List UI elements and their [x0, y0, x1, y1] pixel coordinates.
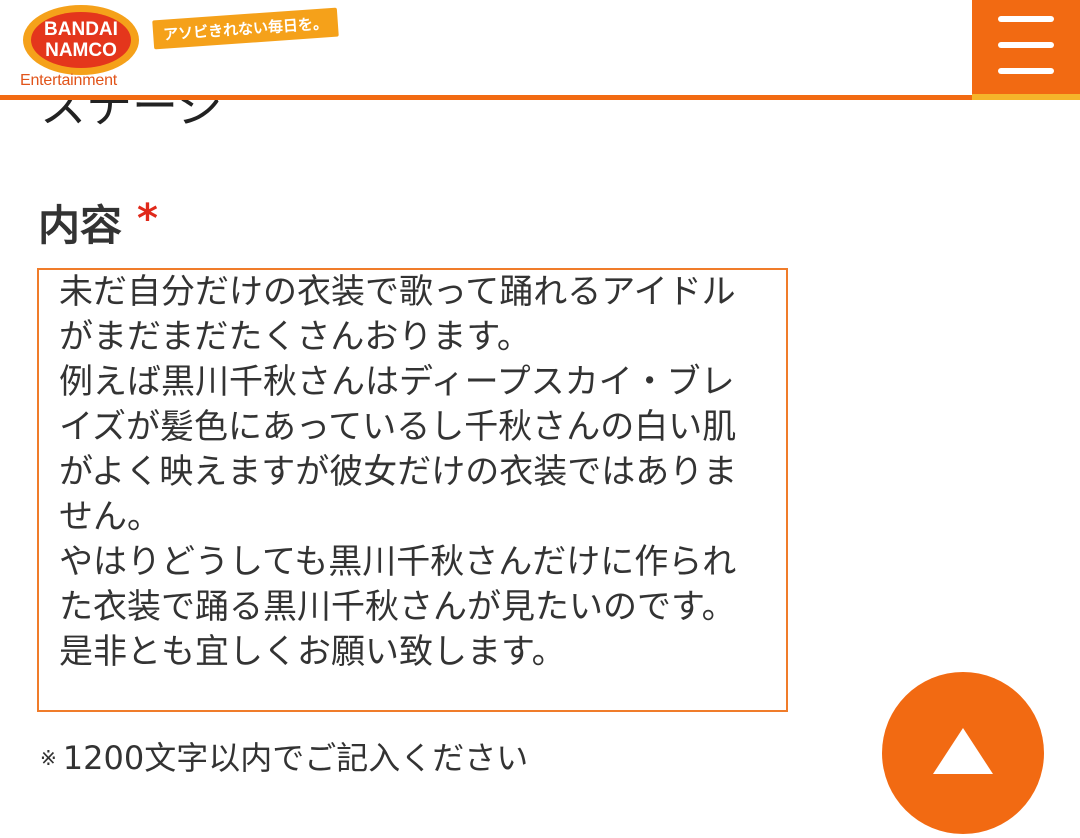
menu-button[interactable] — [972, 0, 1080, 100]
hamburger-menu-icon — [998, 16, 1054, 22]
hamburger-menu-icon-bar — [998, 42, 1054, 48]
logo-text-line2: NAMCO — [45, 40, 117, 61]
logo-subtitle: Entertainment — [20, 72, 118, 89]
content-textarea-value: 未だ自分だけの衣装で歌って踊れるアイドルがまだまだたくさんおります。 例えば黒川… — [59, 272, 738, 672]
logo-text-line1: BANDAI — [44, 19, 118, 40]
tagline-badge: アソビきれない毎日を。 — [152, 7, 339, 50]
bandai-namco-logo[interactable]: BANDAI NAMCO — [22, 4, 140, 76]
scroll-to-top-button[interactable] — [882, 672, 1044, 834]
content-textarea[interactable]: 未だ自分だけの衣装で歌って踊れるアイドルがまだまだたくさんおります。 例えば黒川… — [37, 268, 788, 712]
note-text: 1200文字以内でご記入ください — [62, 739, 529, 777]
header-divider — [0, 95, 972, 100]
hamburger-menu-icon-bar — [998, 68, 1054, 74]
required-indicator: * — [137, 196, 158, 242]
menu-button-accent — [972, 94, 1080, 100]
content-field-label: 内容 — [38, 201, 123, 250]
character-limit-note: ※ 1200文字以内でご記入ください — [40, 733, 528, 779]
site-header: BANDAI NAMCO Entertainment アソビきれない毎日を。 — [0, 0, 1080, 100]
note-mark: ※ — [40, 746, 57, 770]
triangle-up-icon — [933, 728, 993, 774]
